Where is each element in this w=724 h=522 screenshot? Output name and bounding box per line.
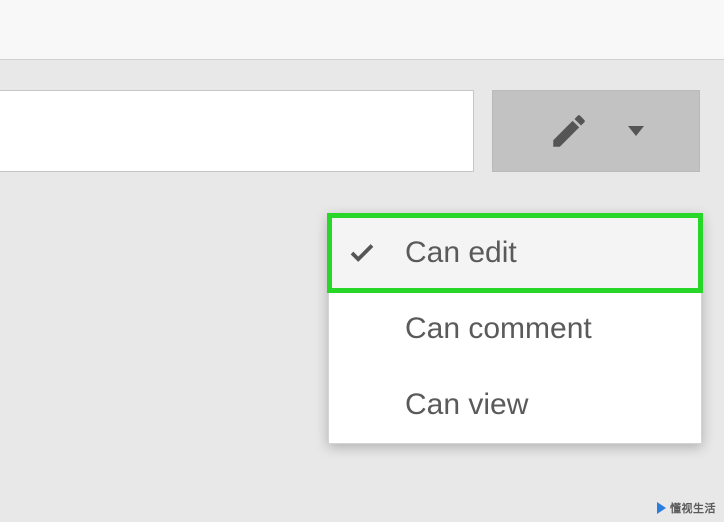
watermark-text: 懂视生活 [670,500,716,516]
permission-dropdown-menu: Can edit Can comment Can view [328,214,702,444]
play-icon [657,502,666,514]
menu-item-can-view[interactable]: Can view [329,367,701,443]
menu-item-label: Can edit [405,236,517,270]
watermark: 懂视生活 [657,500,716,516]
spacer [474,90,492,172]
top-toolbar-band [0,0,724,60]
menu-item-label: Can view [405,388,528,422]
menu-item-label: Can comment [405,312,592,346]
share-input[interactable] [0,90,474,172]
caret-down-icon [628,126,644,136]
check-icon-slot [347,238,405,268]
check-icon [347,238,377,268]
menu-item-can-edit[interactable]: Can edit [329,215,701,291]
menu-item-can-comment[interactable]: Can comment [329,291,701,367]
permission-dropdown-button[interactable] [492,90,700,172]
share-input-row [0,90,700,172]
pencil-icon [548,110,590,152]
